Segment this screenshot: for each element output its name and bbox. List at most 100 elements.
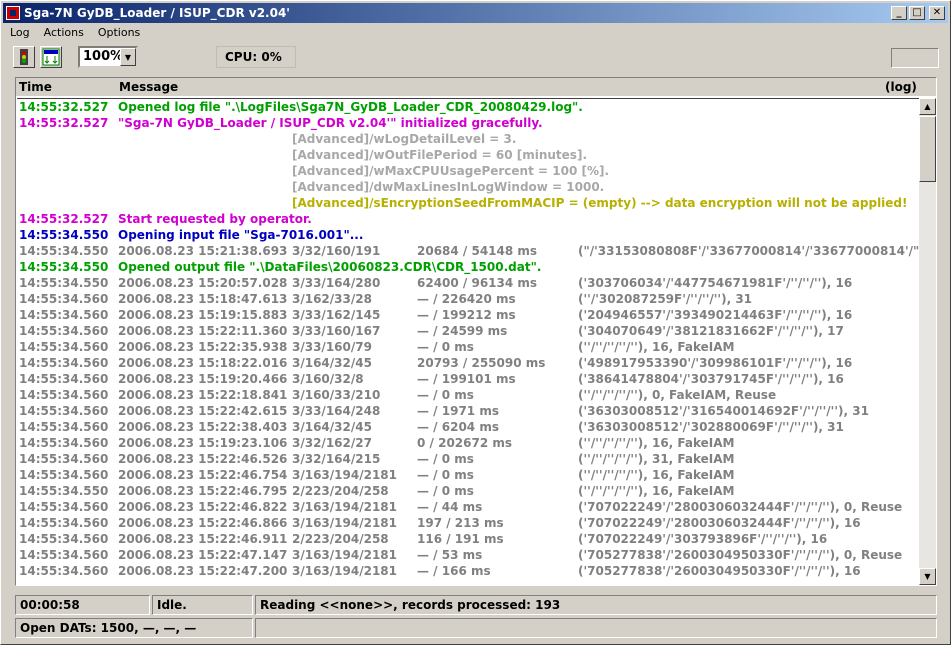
log-cic: 3/160/32/8 <box>292 372 364 386</box>
log-cic: 3/162/33/28 <box>292 292 372 306</box>
log-time: 14:55:34.560 <box>19 548 109 562</box>
log-info: (''/''/''/''/''), 16, FakeIAM <box>578 468 735 482</box>
log-row[interactable]: 14:55:34.560 2006.08.23 15:19:20.466 3/160… <box>17 371 919 387</box>
log-cic: 3/163/194/2181 <box>292 516 397 530</box>
log-info: (''/''/''/''/''), 31, FakeIAM <box>578 452 735 466</box>
log-row[interactable]: 14:55:34.560 2006.08.23 15:22:47.147 3/163… <box>17 547 919 563</box>
log-date: 2006.08.23 15:22:46.795 <box>118 484 288 498</box>
menu-actions[interactable]: Actions <box>37 25 91 42</box>
log-row[interactable]: 14:55:34.560 2006.08.23 15:22:18.841 3/160… <box>17 387 919 403</box>
app-icon[interactable] <box>6 6 20 20</box>
chevron-down-icon[interactable]: ▼ <box>120 48 136 66</box>
log-time: 14:55:34.560 <box>19 516 109 530</box>
log-duration: — / 0 ms <box>417 468 474 482</box>
log-info: ('36303008512'/'302880069F'/''/''/''), 3… <box>578 420 844 434</box>
column-time[interactable]: Time <box>19 80 52 94</box>
log-row[interactable]: 14:55:34.550 Opening input file "Sga-7016… <box>17 227 919 243</box>
log-row[interactable]: [Advanced]/dwMaxLinesInLogWindow = 1000. <box>17 179 919 195</box>
log-time: 14:55:34.560 <box>19 404 109 418</box>
log-time: 14:55:34.560 <box>19 468 109 482</box>
log-info: ('707022249'/'2800306032444F'/''/''/''),… <box>578 516 861 530</box>
log-time: 14:55:34.560 <box>19 420 109 434</box>
log-time: 14:55:34.560 <box>19 324 109 338</box>
log-date: 2006.08.23 15:22:18.841 <box>118 388 288 402</box>
log-row[interactable]: 14:55:34.560 2006.08.23 15:22:47.200 3/163… <box>17 563 919 579</box>
log-duration: — / 1971 ms <box>417 404 499 418</box>
log-row[interactable]: 14:55:34.560 2006.08.23 15:18:47.613 3/162… <box>17 291 919 307</box>
log-time: 14:55:34.560 <box>19 452 109 466</box>
log-row[interactable]: 14:55:34.560 2006.08.23 15:19:15.883 3/33/… <box>17 307 919 323</box>
menu-options[interactable]: Options <box>91 25 147 42</box>
log-duration: 116 / 191 ms <box>417 532 504 546</box>
log-row[interactable]: [Advanced]/wMaxCPUUsagePercent = 100 [%]… <box>17 163 919 179</box>
scroll-up-button[interactable]: ▲ <box>919 98 936 115</box>
log-row[interactable]: 14:55:32.527 Start requested by operator. <box>17 211 919 227</box>
maximize-button[interactable]: □ <box>909 6 925 20</box>
log-row[interactable]: 14:55:32.527 Opened log file ".\LogFiles\… <box>17 99 919 115</box>
log-time: 14:55:32.527 <box>19 212 109 226</box>
log-date: 2006.08.23 15:22:47.200 <box>118 564 288 578</box>
log-row[interactable]: 14:55:34.550 2006.08.23 15:21:38.693 3/32/… <box>17 243 919 259</box>
traffic-light-button[interactable] <box>13 46 35 68</box>
log-info: ('204946557'/'393490214463F'/''/''/''), … <box>578 308 853 322</box>
log-row[interactable]: 14:55:34.550 Opened output file ".\DataFi… <box>17 259 919 275</box>
log-row[interactable]: 14:55:34.560 2006.08.23 15:22:46.526 3/32/… <box>17 451 919 467</box>
log-duration: — / 226420 ms <box>417 292 516 306</box>
log-row[interactable]: 14:55:34.550 2006.08.23 15:20:57.028 3/33/… <box>17 275 919 291</box>
log-row[interactable]: 14:55:34.560 2006.08.23 15:22:46.822 3/163… <box>17 499 919 515</box>
log-message: Opening input file "Sga-7016.001"... <box>118 228 364 242</box>
title-bar[interactable]: Sga-7N GyDB_Loader / ISUP_CDR v2.04' _ □… <box>3 3 948 23</box>
log-panel: Time Message (log) 14:55:32.527 Opened lo… <box>15 77 937 586</box>
log-row[interactable]: [Advanced]/wOutFilePeriod = 60 [minutes]… <box>17 147 919 163</box>
log-time: 14:55:34.560 <box>19 292 109 306</box>
log-row[interactable]: 14:55:34.560 2006.08.23 15:22:46.754 3/163… <box>17 467 919 483</box>
log-info: (''/''/''/''/''), 16, FakeIAM <box>578 484 735 498</box>
log-info: ('304070649'/'38121831662F'/''/''/''), 1… <box>578 324 844 338</box>
column-log[interactable]: (log) <box>885 80 917 94</box>
log-message: Start requested by operator. <box>118 212 312 226</box>
log-row[interactable]: [Advanced]/sEncryptionSeedFromMACIP = (e… <box>17 195 919 211</box>
scroll-down-button[interactable]: ▼ <box>919 568 936 585</box>
log-date: 2006.08.23 15:19:15.883 <box>118 308 288 322</box>
log-row[interactable]: 14:55:34.560 2006.08.23 15:22:35.938 3/33/… <box>17 339 919 355</box>
close-button[interactable]: ✕ <box>929 6 945 20</box>
minimize-button[interactable]: _ <box>891 6 907 20</box>
log-row[interactable]: 14:55:34.550 2006.08.23 15:22:46.795 2/223… <box>17 483 919 499</box>
log-date: 2006.08.23 15:22:46.911 <box>118 532 288 546</box>
log-row[interactable]: 14:55:32.527 "Sga-7N GyDB_Loader / ISUP_C… <box>17 115 919 131</box>
log-row[interactable]: 14:55:34.560 2006.08.23 15:22:46.866 3/163… <box>17 515 919 531</box>
log-message: Opened log file ".\LogFiles\Sga7N_GyDB_L… <box>118 100 583 114</box>
log-detail: [Advanced]/sEncryptionSeedFromMACIP = (e… <box>292 196 908 210</box>
log-row[interactable]: 14:55:34.560 2006.08.23 15:22:46.911 2/223… <box>17 531 919 547</box>
menu-log[interactable]: Log <box>3 25 37 42</box>
log-row[interactable]: 14:55:34.560 2006.08.23 15:18:22.016 3/164… <box>17 355 919 371</box>
log-cic: 3/160/33/210 <box>292 388 381 402</box>
log-date: 2006.08.23 15:22:46.526 <box>118 452 288 466</box>
log-row[interactable]: 14:55:34.560 2006.08.23 15:22:38.403 3/164… <box>17 419 919 435</box>
log-duration: 20793 / 255090 ms <box>417 356 546 370</box>
log-info: ("/'33153080808F'/'33677000814'/'3367700… <box>578 244 919 258</box>
zoom-value: 100% <box>83 49 124 64</box>
column-message[interactable]: Message <box>119 80 178 94</box>
log-time: 14:55:34.560 <box>19 500 109 514</box>
log-row[interactable]: 14:55:34.560 2006.08.23 15:22:11.360 3/33/… <box>17 323 919 339</box>
log-time: 14:55:34.550 <box>19 260 109 274</box>
log-cic: 3/33/160/167 <box>292 324 381 338</box>
log-time: 14:55:34.560 <box>19 356 109 370</box>
log-date: 2006.08.23 15:22:46.754 <box>118 468 288 482</box>
scroll-thumb[interactable] <box>919 116 936 182</box>
log-row[interactable]: 14:55:34.560 2006.08.23 15:19:23.106 3/32/… <box>17 435 919 451</box>
log-row[interactable]: 14:55:34.560 2006.08.23 15:22:42.615 3/33/… <box>17 403 919 419</box>
log-duration: — / 6204 ms <box>417 420 499 434</box>
log-duration: — / 0 ms <box>417 340 474 354</box>
log-info: (''/'302087259F'/''/''/''), 31 <box>578 292 753 306</box>
status-open-dats: Open DATs: 1500, —, —, — <box>15 618 253 638</box>
log-row[interactable]: [Advanced]/wLogDetailLevel = 3. <box>17 131 919 147</box>
log-info: (''/''/''/''/''), 0, FakeIAM, Reuse <box>578 388 777 402</box>
log-message: Opened output file ".\DataFiles\20060823… <box>118 260 542 274</box>
log-cic: 3/32/160/191 <box>292 244 381 258</box>
vertical-scrollbar[interactable]: ▲ ▼ <box>919 98 936 585</box>
auto-button[interactable] <box>40 46 62 68</box>
zoom-select[interactable]: 100% ▼ <box>78 46 138 68</box>
log-duration: — / 199212 ms <box>417 308 516 322</box>
